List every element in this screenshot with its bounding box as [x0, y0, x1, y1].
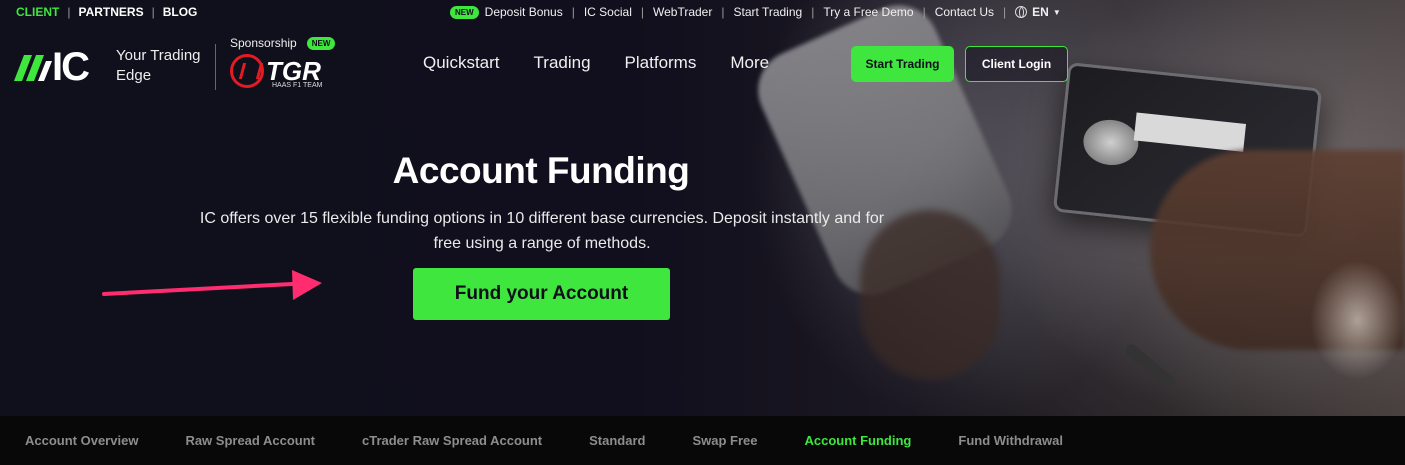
blog-link[interactable]: BLOG [163, 5, 198, 19]
haas-logo-icon [230, 54, 264, 88]
sponsorship-label: Sponsorship [230, 36, 297, 50]
subnav-ctrader-raw-spread[interactable]: cTrader Raw Spread Account [362, 433, 542, 448]
sponsorship-label-row: Sponsorship NEW [230, 36, 341, 50]
separator: | [151, 5, 155, 19]
ic-social-link[interactable]: IC Social [584, 5, 632, 19]
separator: | [922, 5, 926, 19]
tgr-text: TGR [266, 56, 321, 86]
separator: | [721, 5, 725, 19]
separator: | [571, 5, 575, 19]
primary-nav: Quickstart Trading Platforms More [423, 53, 803, 73]
new-badge: NEW [306, 36, 336, 50]
nav-more[interactable]: More [730, 53, 769, 73]
subnav-raw-spread[interactable]: Raw Spread Account [185, 433, 315, 448]
logo-bars-icon [14, 55, 52, 81]
language-label: EN [1032, 5, 1049, 19]
main-header: IC Your Trading Edge Sponsorship NEW TGR… [0, 36, 1405, 96]
logo-mark: IC [14, 45, 106, 89]
sponsorship-block[interactable]: Sponsorship NEW TGR HAAS F1 TEAM [230, 36, 341, 89]
new-badge: NEW [450, 5, 479, 19]
logo-tagline: Your Trading Edge [116, 47, 201, 84]
separator: | [1003, 5, 1007, 19]
partners-link[interactable]: PARTNERS [78, 5, 143, 19]
subnav-account-funding[interactable]: Account Funding [805, 433, 912, 448]
globe-icon [1015, 6, 1028, 18]
start-trading-link[interactable]: Start Trading [733, 5, 802, 19]
client-login-button[interactable]: Client Login [965, 46, 1068, 82]
separator: | [811, 5, 815, 19]
background-light [1310, 260, 1405, 380]
annotation-arrow-icon [102, 270, 322, 300]
nav-quickstart[interactable]: Quickstart [423, 53, 500, 73]
separator: | [640, 5, 644, 19]
subnav-standard[interactable]: Standard [589, 433, 645, 448]
utility-right-links: NEW Deposit Bonus | IC Social | WebTrade… [450, 5, 1061, 19]
tgr-subtitle: HAAS F1 TEAM [272, 82, 323, 89]
client-link[interactable]: CLIENT [16, 5, 59, 19]
free-demo-link[interactable]: Try a Free Demo [823, 5, 913, 19]
card-hologram [1081, 117, 1141, 168]
webtrader-link[interactable]: WebTrader [653, 5, 712, 19]
ic-logo[interactable]: IC Your Trading Edge [14, 45, 206, 89]
page-title: Account Funding [392, 150, 690, 191]
separator: | [67, 5, 71, 19]
utility-left-links: CLIENT | PARTNERS | BLOG [16, 5, 197, 19]
card-signature-strip [1133, 112, 1247, 152]
utility-bar: CLIENT | PARTNERS | BLOG NEW Deposit Bon… [0, 0, 1405, 24]
hero-description: IC offers over 15 flexible funding optio… [199, 210, 885, 252]
start-trading-button[interactable]: Start Trading [851, 46, 954, 82]
nav-platforms[interactable]: Platforms [625, 53, 697, 73]
logo-text: IC [52, 45, 90, 89]
deposit-bonus-link[interactable]: Deposit Bonus [485, 5, 563, 19]
subnav-swap-free[interactable]: Swap Free [692, 433, 757, 448]
caret-down-icon: ▼ [1052, 7, 1061, 17]
language-selector[interactable]: EN ▼ [1015, 5, 1061, 19]
pen-image [1123, 342, 1177, 390]
contact-us-link[interactable]: Contact Us [935, 5, 994, 19]
account-subnav: Account Overview Raw Spread Account cTra… [0, 416, 1405, 465]
nav-trading[interactable]: Trading [534, 53, 591, 73]
subnav-fund-withdrawal[interactable]: Fund Withdrawal [958, 433, 1063, 448]
subnav-account-overview[interactable]: Account Overview [25, 433, 138, 448]
fund-account-button[interactable]: Fund your Account [413, 268, 670, 320]
header-divider [215, 44, 216, 90]
